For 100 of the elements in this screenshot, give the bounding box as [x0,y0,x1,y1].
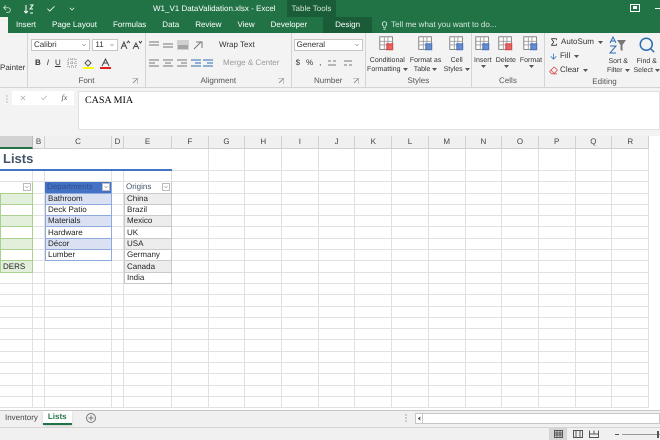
spreadsheet-cell[interactable] [428,329,466,340]
spreadsheet-cell[interactable] [502,352,539,364]
bold-button[interactable]: B [34,57,41,69]
spreadsheet-cell[interactable] [318,396,356,408]
spreadsheet-cell[interactable] [172,149,209,171]
ribbon-tab[interactable]: View [229,17,263,33]
spreadsheet-cell[interactable] [538,318,576,330]
spreadsheet-cell[interactable] [45,386,112,397]
spreadsheet-cell[interactable] [538,194,576,205]
spreadsheet-cell[interactable] [428,306,466,318]
spreadsheet-cell[interactable] [576,374,612,386]
spreadsheet-cell[interactable] [612,272,650,284]
spreadsheet-cell[interactable] [208,329,246,340]
spreadsheet-cell[interactable] [355,149,392,171]
spreadsheet-cell[interactable] [282,250,319,262]
column-header[interactable]: K [355,136,392,149]
spreadsheet-cell[interactable] [502,182,539,194]
spreadsheet-cell[interactable] [355,238,392,250]
spreadsheet-cell[interactable] [208,227,246,239]
spreadsheet-cell[interactable] [172,272,209,284]
spreadsheet-cell[interactable] [172,295,209,307]
spreadsheet-cell[interactable] [282,284,319,296]
spreadsheet-cell[interactable] [33,386,45,397]
spreadsheet-cell[interactable] [282,329,319,340]
spreadsheet-cell[interactable] [45,363,112,374]
spreadsheet-cell[interactable] [112,329,124,340]
spreadsheet-cell[interactable] [538,396,576,408]
spreadsheet-cell[interactable] [282,295,319,307]
filter-dropdown[interactable] [23,183,31,192]
spreadsheet-cell[interactable] [612,295,650,307]
spreadsheet-cell[interactable] [112,363,124,374]
font-name-field[interactable]: Calibri [30,39,90,51]
spreadsheet-cell[interactable] [172,227,209,239]
spreadsheet-cell[interactable] [33,306,45,318]
spreadsheet-cell[interactable] [428,227,466,239]
spreadsheet-cell[interactable] [538,238,576,250]
increase-decimal-icon[interactable] [327,59,338,67]
spreadsheet-cell[interactable] [245,238,282,250]
spreadsheet-cell[interactable] [172,182,209,194]
spreadsheet-cell[interactable] [172,204,209,216]
column-header[interactable]: F [172,136,209,149]
underline-button[interactable]: U [54,57,61,69]
align-bottom-icon[interactable] [176,40,189,50]
spreadsheet-cell[interactable] [208,306,246,318]
spreadsheet-cell[interactable] [45,318,112,330]
spreadsheet-cell[interactable] [282,363,319,374]
spreadsheet-cell[interactable] [355,261,392,273]
spreadsheet-cell[interactable] [392,272,429,284]
spreadsheet-cell[interactable] [124,352,172,364]
spreadsheet-cell[interactable] [172,318,209,330]
spreadsheet-cell[interactable] [245,216,282,228]
spreadsheet-cell[interactable] [392,352,429,364]
spreadsheet-cell[interactable] [282,238,319,250]
spreadsheet-cell[interactable] [466,171,502,182]
normal-view-button[interactable] [549,428,567,440]
spreadsheet-cell[interactable] [612,306,650,318]
spreadsheet-cell[interactable] [355,363,392,374]
spreadsheet-cell[interactable] [355,306,392,318]
spreadsheet-cell[interactable] [318,238,356,250]
spreadsheet-cell[interactable] [124,374,172,386]
column-header[interactable] [0,136,33,149]
spreadsheet-cell[interactable] [428,363,466,374]
spreadsheet-cell[interactable] [538,363,576,374]
spreadsheet-cell[interactable] [318,295,356,307]
spreadsheet-cell[interactable] [172,250,209,262]
spreadsheet-cell[interactable] [124,363,172,374]
align-middle-icon[interactable] [162,41,173,49]
spreadsheet-cell[interactable] [208,272,246,284]
spreadsheet-cell[interactable] [282,352,319,364]
spreadsheet-cell[interactable] [318,149,356,171]
spreadsheet-cell[interactable] [245,340,282,352]
spreadsheet-cell[interactable] [466,272,502,284]
spreadsheet-cell[interactable] [466,396,502,408]
spreadsheet-cell[interactable] [33,374,45,386]
align-center-icon[interactable] [162,59,173,67]
spreadsheet-cell[interactable] [612,386,650,397]
spreadsheet-cell[interactable] [502,204,539,216]
spreadsheet-cell[interactable] [245,318,282,330]
spreadsheet-cell[interactable] [318,363,356,374]
spreadsheet-cell[interactable] [172,363,209,374]
spreadsheet-cell[interactable] [612,352,650,364]
column-header[interactable]: I [282,136,319,149]
spreadsheet-cell[interactable] [576,182,612,194]
spreadsheet-cell[interactable] [45,329,112,340]
spreadsheet-cell[interactable] [576,340,612,352]
spreadsheet-cell[interactable] [612,329,650,340]
spreadsheet-cell[interactable] [392,340,429,352]
spreadsheet-cell[interactable] [428,204,466,216]
spreadsheet-cell[interactable] [245,171,282,182]
spreadsheet-cell[interactable] [538,352,576,364]
horizontal-scrollbar[interactable] [415,413,660,424]
spreadsheet-cell[interactable] [428,318,466,330]
column-header[interactable]: E [124,136,172,149]
spreadsheet-cell[interactable] [245,284,282,296]
spreadsheet-cell[interactable] [208,295,246,307]
spreadsheet-cell[interactable] [576,329,612,340]
spreadsheet-cell[interactable] [33,352,45,364]
spreadsheet-cell[interactable] [538,329,576,340]
spreadsheet-cell[interactable] [392,238,429,250]
spreadsheet-cell[interactable] [502,363,539,374]
